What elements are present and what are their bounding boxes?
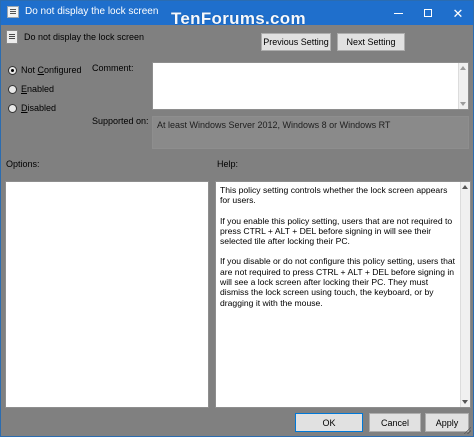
close-button[interactable]: ✕ — [443, 1, 473, 25]
apply-label: Apply — [435, 417, 459, 428]
policy-name: Do not display the lock screen — [24, 32, 145, 42]
maximize-button[interactable] — [413, 1, 443, 25]
supported-on-value: At least Windows Server 2012, Windows 8 … — [157, 120, 391, 130]
comment-textarea[interactable] — [152, 62, 469, 110]
minimize-icon — [393, 12, 403, 14]
scroll-up-icon[interactable] — [460, 66, 466, 70]
watermark-logo: TenForums.com — [171, 9, 306, 28]
radio-not-configured[interactable]: Not Configured — [8, 65, 82, 75]
previous-setting-button[interactable]: Previous Setting — [261, 33, 331, 51]
scroll-down-icon[interactable] — [462, 400, 468, 404]
next-setting-label: Next Setting — [346, 37, 396, 47]
radio-not-configured-label: Not Configured — [21, 65, 82, 75]
close-icon: ✕ — [452, 5, 464, 21]
window-title: Do not display the lock screen — [25, 6, 159, 17]
radio-not-configured-circle[interactable] — [8, 65, 17, 75]
previous-setting-label: Previous Setting — [263, 37, 329, 47]
comment-label: Comment: — [92, 63, 134, 73]
ok-label: OK — [322, 417, 336, 428]
resize-grip-icon[interactable] — [463, 426, 471, 434]
scroll-down-icon[interactable] — [460, 102, 466, 106]
scroll-up-icon[interactable] — [462, 185, 468, 189]
ok-button[interactable]: OK — [295, 413, 363, 432]
radio-disabled-label: Disabled — [21, 103, 57, 113]
radio-enabled-label: Enabled — [21, 84, 55, 94]
policy-setting-icon — [6, 30, 18, 44]
window-controls: ✕ — [383, 1, 473, 25]
policy-dialog-window: Do not display the lock screen TenForums… — [0, 0, 474, 437]
help-paragraph: If you enable this policy setting, users… — [220, 215, 453, 247]
options-label: Options: — [6, 159, 40, 169]
help-paragraph: This policy setting controls whether the… — [220, 185, 448, 206]
cancel-button[interactable]: Cancel — [369, 413, 421, 432]
radio-enabled[interactable]: Enabled — [8, 84, 54, 94]
supported-on-label: Supported on: — [92, 116, 149, 126]
supported-on-field: At least Windows Server 2012, Windows 8 … — [152, 116, 469, 149]
help-scrollbar[interactable] — [460, 182, 470, 407]
options-panel — [5, 181, 209, 408]
policy-header: Do not display the lock screen — [6, 29, 144, 45]
minimize-button[interactable] — [383, 1, 413, 25]
comment-scrollbar[interactable] — [458, 63, 468, 109]
policy-app-icon — [7, 6, 19, 18]
radio-disabled-circle[interactable] — [8, 103, 17, 113]
title-bar[interactable]: Do not display the lock screen TenForums… — [1, 1, 473, 28]
help-paragraph: If you disable or do not configure this … — [220, 256, 456, 308]
help-label: Help: — [217, 159, 239, 169]
help-panel: This policy setting controls whether the… — [215, 181, 471, 408]
cancel-label: Cancel — [380, 417, 409, 428]
radio-enabled-circle[interactable] — [8, 84, 17, 94]
next-setting-button[interactable]: Next Setting — [337, 33, 405, 51]
radio-disabled[interactable]: Disabled — [8, 103, 56, 113]
maximize-icon — [424, 9, 432, 17]
